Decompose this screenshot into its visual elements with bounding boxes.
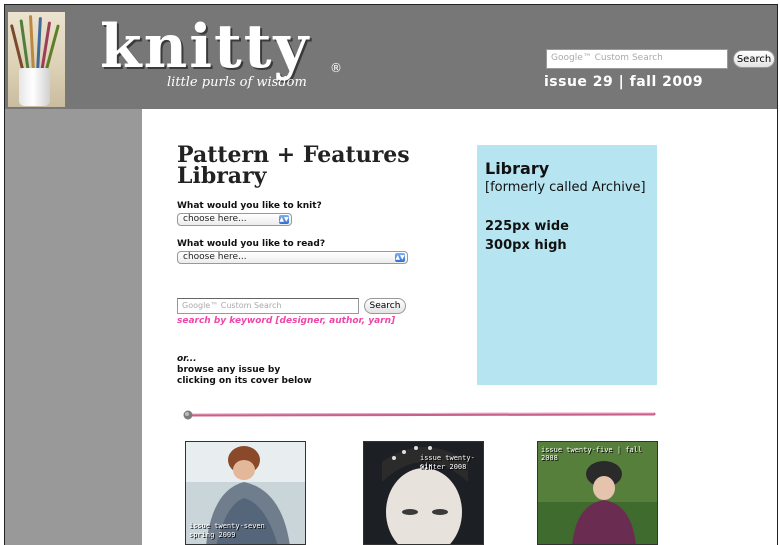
knitting-needles-photo (8, 12, 65, 107)
cover-26-label-2: winter 2008 (420, 463, 467, 471)
browse-line-1: browse any issue by (177, 365, 281, 375)
cover-27-label-2: spring 2009 (189, 531, 236, 539)
ad-subtitle: [formerly called Archive] (485, 180, 646, 195)
read-question-label: What would you like to read? (177, 239, 326, 249)
site-logo[interactable]: knitty (100, 17, 310, 77)
ad-title: Library (485, 159, 550, 178)
browse-line-2: clicking on its cover below (177, 376, 312, 386)
keyword-search-hint: search by keyword [designer, author, yar… (177, 316, 396, 326)
ad-width: 225px wide (485, 219, 569, 234)
header-search-input[interactable]: Google™ Custom Search (546, 49, 728, 69)
issue-cover-26[interactable]: issue twenty-six winter 2008 (363, 441, 484, 545)
ad-placeholder: Library [formerly called Archive] 225px … (477, 145, 657, 385)
main-content: Pattern + Features Library What would yo… (142, 109, 777, 545)
cover-25-label-1: issue twenty-five | fall 2008 (541, 446, 643, 462)
issue-cover-25[interactable]: issue twenty-five | fall 2008 (537, 441, 658, 545)
knitting-needle-divider (183, 410, 656, 420)
issue-cover-27[interactable]: issue twenty-seven spring 2009 (185, 441, 306, 545)
issue-line[interactable]: issue 29 | fall 2009 (544, 74, 703, 90)
knit-question-label: What would you like to knit? (177, 201, 322, 211)
select-arrows-icon: ▲▼ (279, 215, 289, 224)
knit-select-value: choose here... (183, 214, 247, 224)
page-title: Pattern + Features Library (177, 142, 410, 189)
keyword-search-input[interactable]: Google™ Custom Search (177, 298, 359, 314)
header-search-button[interactable]: Search (733, 50, 775, 68)
read-select-value: choose here... (183, 252, 247, 262)
ad-height: 300px high (485, 238, 567, 253)
page-frame: knitty ® little purls of wisdom Google™ … (4, 4, 778, 545)
cover-27-label-1: issue twenty-seven (189, 522, 265, 530)
site-header: knitty ® little purls of wisdom Google™ … (5, 5, 777, 109)
or-text: or... (177, 354, 197, 364)
keyword-search-button[interactable]: Search (364, 298, 406, 314)
read-select[interactable]: choose here... ▲▼ (177, 251, 408, 264)
knit-select[interactable]: choose here... ▲▼ (177, 213, 292, 226)
site-tagline: little purls of wisdom (167, 75, 307, 90)
select-arrows-icon: ▲▼ (395, 253, 405, 262)
browse-instructions: or... browse any issue by clicking on it… (177, 354, 312, 387)
left-sidebar (5, 109, 142, 545)
registered-mark: ® (330, 61, 342, 75)
